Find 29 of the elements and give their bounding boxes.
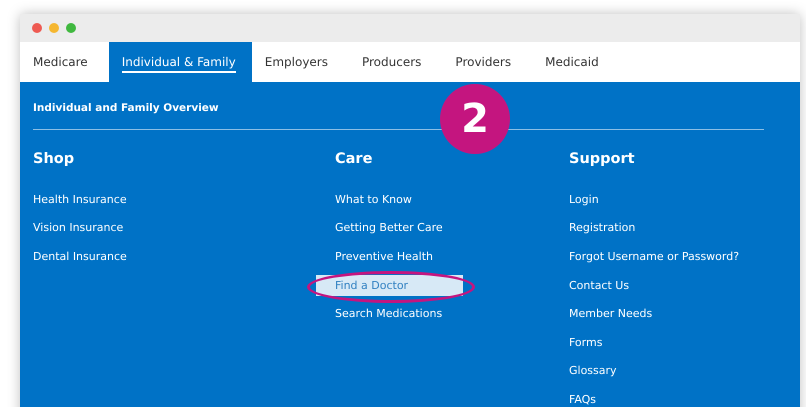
menu-link[interactable]: Preventive Health <box>335 246 488 267</box>
nav-tab[interactable]: Medicare <box>20 42 109 82</box>
column-heading: Care <box>335 151 374 169</box>
nav-tab[interactable]: Employers <box>252 42 349 82</box>
nav-tab[interactable]: Medicaid <box>532 42 620 82</box>
menu-link[interactable]: Login <box>569 188 654 210</box>
nav-tab[interactable]: Providers <box>442 42 532 82</box>
menu-link[interactable]: Forms <box>569 332 658 353</box>
column-heading: Support <box>569 151 636 169</box>
nav-tab[interactable]: Individual & Family <box>108 42 252 82</box>
menu-link[interactable]: Vision Insurance <box>33 217 178 238</box>
column-heading: Shop <box>33 151 76 169</box>
menu-link[interactable]: Dental Insurance <box>33 246 182 267</box>
menu-link[interactable]: What to Know <box>335 188 467 210</box>
menu-link[interactable]: FAQs <box>569 388 652 407</box>
nav-tab[interactable]: Producers <box>348 42 442 82</box>
menu-link[interactable]: Forgot Username or Password? <box>569 246 794 267</box>
overview-link[interactable]: Individual and Family Overview <box>33 102 219 114</box>
menu-link[interactable]: Contact Us <box>569 274 684 296</box>
menu-link[interactable]: Getting Better Care <box>335 217 498 238</box>
close-dot-icon[interactable] <box>32 23 42 33</box>
maximize-dot-icon[interactable] <box>66 23 76 33</box>
menu-link[interactable]: Search Medications <box>335 303 498 324</box>
menu-link[interactable]: Glossary <box>569 360 672 382</box>
menu-link[interactable]: Registration <box>569 217 690 238</box>
menu-link[interactable]: Health Insurance <box>33 188 182 210</box>
minimize-dot-icon[interactable] <box>49 23 59 33</box>
menu-link[interactable]: Member Needs <box>569 303 708 324</box>
menu-link[interactable]: Find a Doctor <box>316 274 464 296</box>
